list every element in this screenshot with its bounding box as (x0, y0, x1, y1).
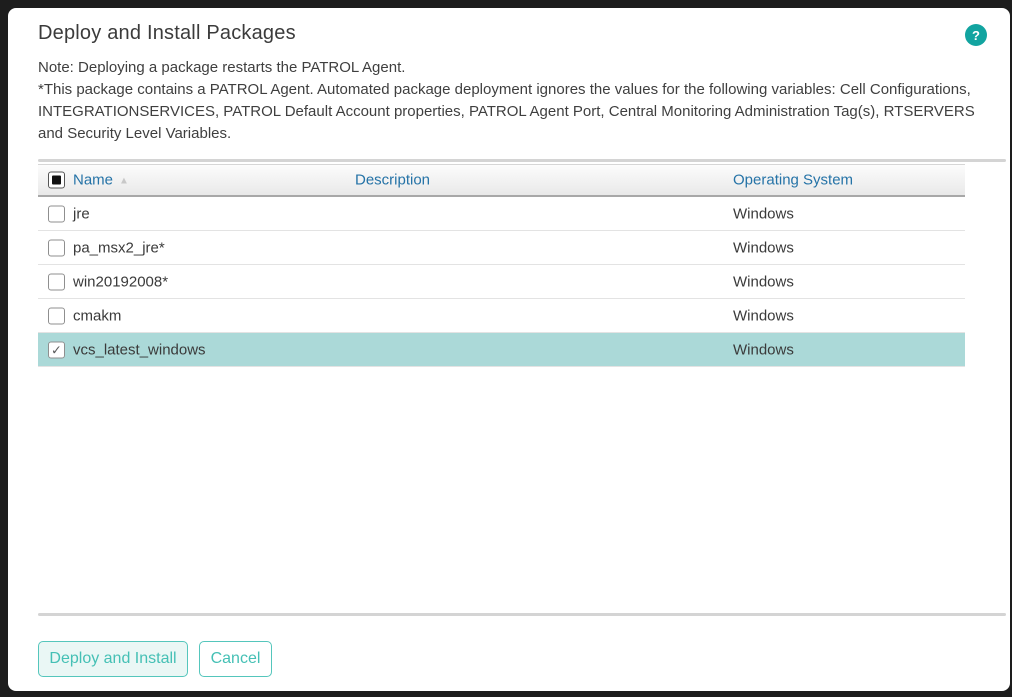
table-row[interactable]: ✓ vcs_latest_windows Windows (38, 333, 965, 367)
dialog-footer: Deploy and Install Cancel (38, 641, 272, 677)
table-scroll-rail-bottom[interactable] (38, 613, 1006, 616)
table-row[interactable]: ✓ win20192008* Windows (38, 265, 965, 299)
table-row[interactable]: ✓ cmakm Windows (38, 299, 965, 333)
dialog-note: Note: Deploying a package restarts the P… (38, 57, 986, 145)
package-name: jre (73, 205, 90, 222)
help-icon[interactable]: ? (965, 24, 987, 46)
table-header-row: Name▲ Description Operating System (38, 164, 965, 197)
indeterminate-icon (52, 176, 61, 185)
row-checkbox[interactable]: ✓ (48, 341, 65, 358)
row-checkbox[interactable]: ✓ (48, 307, 65, 324)
column-header-operating-system[interactable]: Operating System (733, 172, 853, 189)
table-row[interactable]: ✓ pa_msx2_jre* Windows (38, 231, 965, 265)
package-os: Windows (733, 239, 794, 256)
dialog-title: Deploy and Install Packages (38, 22, 296, 45)
row-checkbox[interactable]: ✓ (48, 273, 65, 290)
cancel-button[interactable]: Cancel (199, 641, 272, 677)
package-os: Windows (733, 205, 794, 222)
deploy-install-dialog: Deploy and Install Packages ? Note: Depl… (8, 8, 1010, 691)
package-name: pa_msx2_jre* (73, 239, 165, 256)
row-checkbox[interactable]: ✓ (48, 239, 65, 256)
sort-ascending-icon: ▲ (119, 176, 129, 187)
column-header-name[interactable]: Name▲ (73, 172, 129, 189)
package-name: cmakm (73, 307, 121, 324)
note-line-variables: *This package contains a PATROL Agent. A… (38, 79, 986, 145)
checkmark-icon: ✓ (51, 343, 62, 356)
package-os: Windows (733, 307, 794, 324)
deploy-and-install-button[interactable]: Deploy and Install (38, 641, 188, 677)
select-all-checkbox[interactable] (48, 172, 65, 189)
table-scroll-rail-top (38, 159, 1006, 162)
question-mark-icon: ? (972, 28, 980, 43)
packages-table: Name▲ Description Operating System ✓ jre… (38, 164, 965, 367)
package-os: Windows (733, 273, 794, 290)
package-name: win20192008* (73, 273, 168, 290)
column-header-description[interactable]: Description (355, 172, 430, 189)
row-checkbox[interactable]: ✓ (48, 205, 65, 222)
package-os: Windows (733, 341, 794, 358)
note-line-restart: Note: Deploying a package restarts the P… (38, 57, 986, 79)
table-row[interactable]: ✓ jre Windows (38, 197, 965, 231)
package-name: vcs_latest_windows (73, 341, 206, 358)
